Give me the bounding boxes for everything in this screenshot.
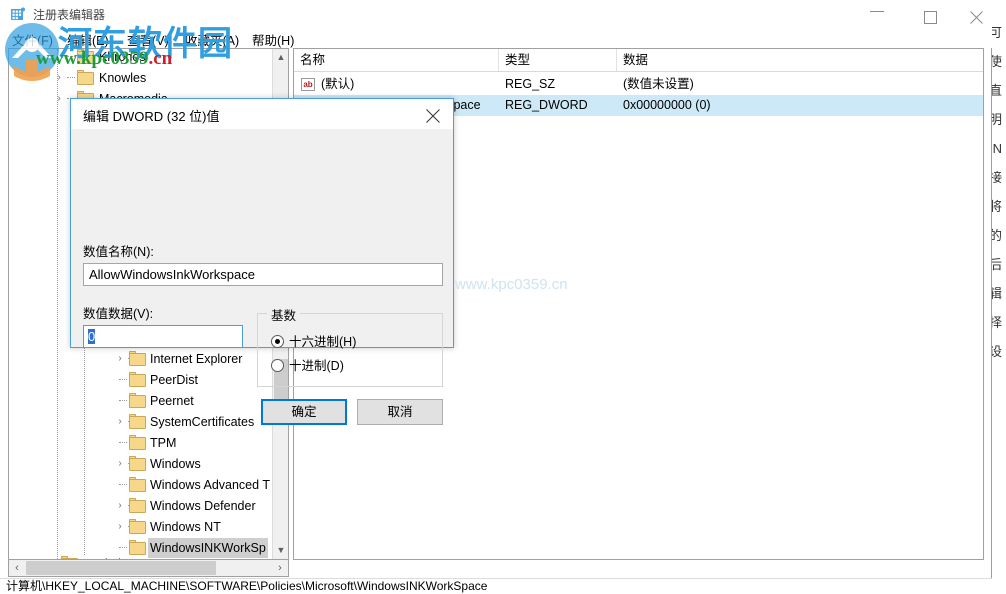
expander-icon[interactable]: › (112, 517, 128, 537)
tree-item-internet-explorer[interactable]: › Internet Explorer (9, 349, 274, 369)
tree-item-systemcertificates[interactable]: › SystemCertificates (9, 412, 274, 432)
cell-type: REG_SZ (505, 77, 556, 91)
expander-icon[interactable]: › (51, 68, 67, 88)
column-header-data[interactable]: 数据 (617, 49, 983, 71)
expander-icon[interactable]: › (112, 496, 128, 516)
folder-icon (129, 477, 146, 492)
folder-icon (129, 498, 146, 513)
folder-icon (129, 414, 146, 429)
tree-connector (119, 433, 129, 453)
column-header-name[interactable]: 名称 (294, 49, 499, 71)
tree-item-label: SystemCertificates (150, 415, 255, 429)
tree-item-peernet[interactable]: Peernet (9, 391, 274, 411)
radio-selected-icon (271, 335, 284, 348)
scroll-down-icon[interactable]: ▼ (273, 542, 288, 559)
tree-item-label: Knowles (99, 71, 147, 85)
expander-icon[interactable]: › (51, 89, 67, 109)
tree-connector (119, 370, 129, 390)
watermark-url: www.kpc0359.cn (36, 48, 172, 70)
expander-icon[interactable]: › (112, 349, 128, 369)
scroll-up-icon[interactable]: ▲ (273, 49, 288, 66)
list-column-header: 名称 类型 数据 (294, 49, 983, 72)
maximize-button[interactable] (908, 0, 954, 29)
tree-item-windows-defender[interactable]: › Windows Defender (9, 496, 274, 516)
tree-connector (119, 391, 129, 411)
expander-icon[interactable]: › (112, 412, 128, 432)
tree-horizontal-scrollbar[interactable]: ‹ › (8, 560, 289, 577)
tree-item-label: PeerDist (150, 373, 198, 387)
watermark-url-suffix: .cn (148, 48, 173, 69)
folder-icon (129, 351, 146, 366)
tree-item-windows-advanced-threat[interactable]: Windows Advanced T (9, 475, 274, 495)
value-data-input[interactable]: 0 (83, 325, 243, 348)
cell-type: REG_DWORD (505, 98, 588, 112)
folder-icon (77, 70, 94, 85)
value-data-text: 0 (88, 329, 96, 344)
radio-decimal-label: 十进制(D) (289, 359, 344, 373)
folder-icon (129, 435, 146, 450)
folder-icon (129, 372, 146, 387)
dialog-close-icon[interactable] (413, 99, 453, 128)
close-button[interactable] (954, 0, 1000, 29)
watermark-url-body: kpc0359 (80, 48, 149, 69)
cell-data: 0x00000000 (0) (623, 98, 711, 112)
tree-item-windows[interactable]: › Windows (9, 454, 274, 474)
tree-item-knowles[interactable]: › Knowles (9, 68, 274, 88)
folder-icon (129, 456, 146, 471)
registry-editor-icon (10, 7, 26, 23)
registry-editor-window: 注册表编辑器 文件(F) 编辑(E) 查看(V) 收藏夹(A) 帮助(H) Kh… (0, 0, 992, 594)
radio-hexadecimal-label: 十六进制(H) (289, 335, 357, 349)
tree-item-tpm[interactable]: TPM (9, 433, 274, 453)
column-header-type[interactable]: 类型 (499, 49, 617, 71)
cancel-button[interactable]: 取消 (357, 399, 443, 425)
status-bar-path: 计算机\HKEY_LOCAL_MACHINE\SOFTWARE\Policies… (0, 578, 992, 594)
tree-item-label: Windows Advanced T (150, 478, 270, 492)
cell-data: (数值未设置) (623, 77, 694, 91)
tree-connector (67, 68, 77, 88)
dialog-title: 编辑 DWORD (32 位)值 (83, 109, 220, 124)
value-name-label: 数值名称(N): (83, 245, 154, 259)
scroll-left-icon[interactable]: ‹ (9, 560, 25, 576)
folder-icon (129, 519, 146, 534)
edit-dword-dialog: 编辑 DWORD (32 位)值 数值名称(N): AllowWindowsIn… (70, 98, 454, 425)
table-row[interactable]: ab (默认) REG_SZ (数值未设置) (294, 74, 983, 95)
dialog-title-bar: 编辑 DWORD (32 位)值 (71, 99, 453, 129)
tree-connector (119, 475, 129, 495)
scroll-right-icon[interactable]: › (272, 560, 288, 576)
tree-item-label: Internet Explorer (150, 352, 243, 366)
tree-item-peerdist[interactable]: PeerDist (9, 370, 274, 390)
tree-item-label: Windows (150, 457, 201, 471)
value-name-text: AllowWindowsInkWorkspace (89, 267, 255, 282)
tree-item-windows-nt[interactable]: › Windows NT (9, 517, 274, 537)
tree-item-label: TPM (150, 436, 177, 450)
tree-hscroll-thumb[interactable] (26, 561, 216, 575)
ok-button[interactable]: 确定 (261, 399, 347, 425)
minimize-button[interactable] (854, 0, 900, 29)
value-data-label: 数值数据(V): (83, 307, 154, 321)
watermark-url-prefix: www. (36, 48, 81, 69)
value-name-input[interactable]: AllowWindowsInkWorkspace (83, 263, 443, 286)
tree-item-label: Peernet (150, 394, 194, 408)
base-group-label: 基数 (267, 305, 301, 324)
tree-item-label: Windows Defender (150, 499, 256, 513)
tree-item-label: Windows NT (150, 520, 221, 534)
string-value-icon: ab (301, 78, 315, 91)
folder-icon (129, 393, 146, 408)
expander-icon[interactable]: › (112, 454, 128, 474)
cell-name: (默认) (321, 77, 355, 91)
radio-unselected-icon (271, 359, 284, 372)
